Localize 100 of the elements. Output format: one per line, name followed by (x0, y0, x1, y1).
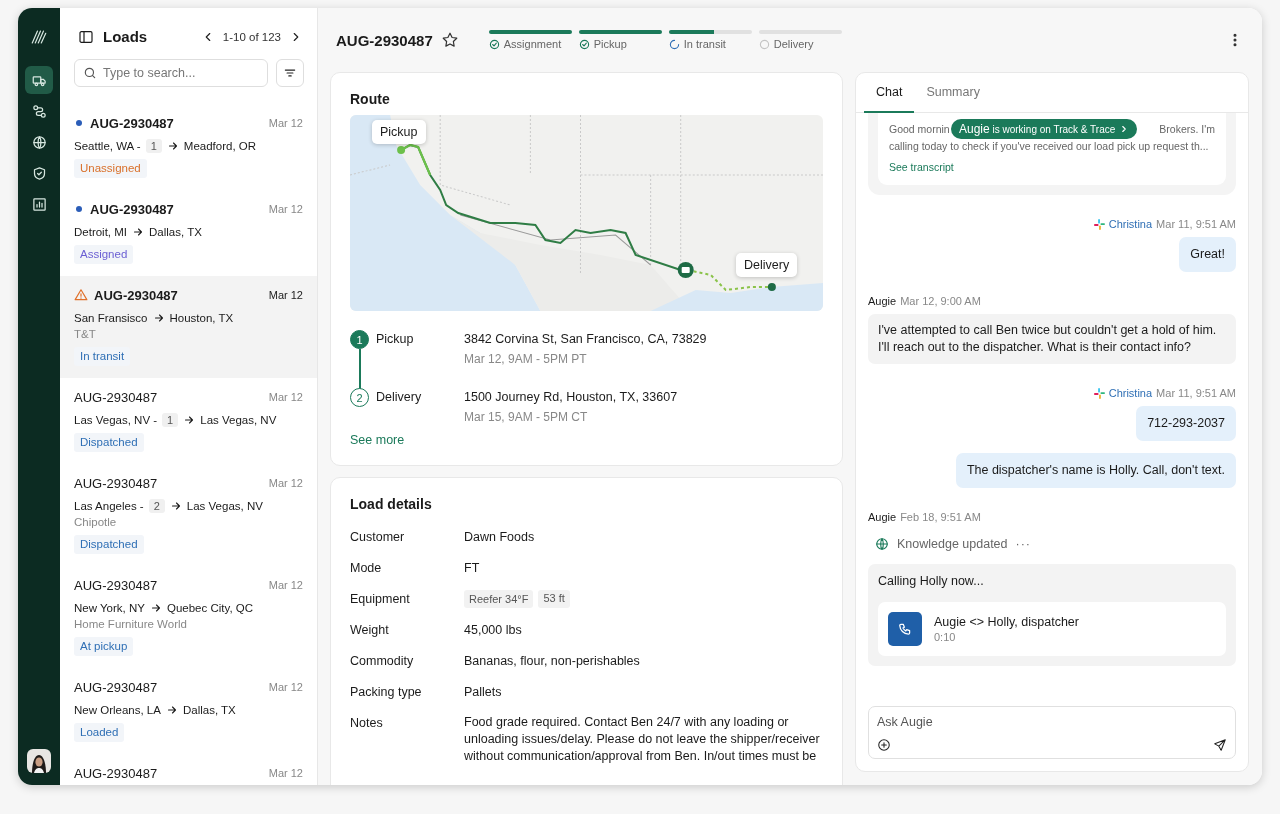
route-destination: Las Vegas, NV (200, 413, 277, 426)
load-item[interactable]: AUG-2930487 Mar 12 Seattle, WA - 1 Meadford, OR Unassigned (60, 104, 317, 190)
message-time: Mar 11, 9:51 AM (1156, 218, 1236, 230)
check-circle-icon (488, 38, 500, 50)
stop-address: 1500 Journey Rd, Houston, TX, 33607 (464, 389, 679, 405)
status-tag: Loaded (74, 723, 125, 742)
stop-number: 1 (350, 330, 369, 349)
sender-name: Augie (868, 511, 897, 523)
route-origin: San Fransisco (74, 311, 148, 324)
load-item[interactable]: AUG-2930487 Mar 12 Las Angeles - 2 Las Vegas, NV Chipotle Dispatched (60, 464, 317, 566)
status-tag: Unassigned (74, 159, 147, 178)
status-tag: Dispatched (74, 535, 144, 554)
load-item[interactable]: AUG-2930487 Mar 12 New Orleans, LA Dallas, TX Loaded (60, 668, 317, 754)
load-date: Mar 12 (268, 203, 303, 215)
avatar-icon[interactable] (27, 749, 51, 773)
status-tag: Assigned (74, 245, 134, 264)
stop-label: Pickup (376, 331, 414, 347)
arrow-icon (152, 311, 165, 324)
load-date: Mar 12 (268, 289, 303, 301)
snippet-text: calling today to check if you've received our load pick up request th... (889, 139, 1210, 153)
customer-name: Chipotle (74, 515, 118, 530)
transcript-link[interactable]: See transcript (889, 160, 954, 174)
star-icon[interactable] (440, 31, 459, 49)
stop-count: 1 (145, 138, 162, 153)
load-item[interactable]: AUG-2930487 Mar 12 San Fransisco Houston, TX T&T In transit (60, 276, 317, 378)
spinner-icon (668, 38, 680, 50)
message-bubble: 712-293-2037 (1136, 406, 1236, 441)
step-label: Delivery (773, 38, 814, 50)
call-title: Augie <> Holly, dispatcher (934, 615, 1079, 629)
message-field[interactable]: Ask Augie (868, 706, 1236, 759)
snippet-text: Brokers. I'm (1159, 122, 1215, 136)
load-item[interactable]: AUG-2930487 Mar 12 (60, 754, 317, 785)
message-bubble: The dispatcher's name is Holly. Call, don't text. (955, 453, 1236, 488)
step-label: Pickup (593, 38, 627, 50)
status-pill[interactable]: Augie is working on Track & Trace (951, 119, 1138, 139)
check-circle-icon (578, 38, 590, 50)
load-date: Mar 12 (268, 579, 303, 591)
empty-circle-icon (758, 38, 770, 50)
stop-label: Delivery (376, 389, 422, 405)
message-bubble: Great! (1179, 237, 1236, 272)
send-button[interactable] (1213, 738, 1227, 752)
arrow-icon (165, 703, 178, 716)
load-item[interactable]: AUG-2930487 Mar 12 Detroit, MI Dallas, TX Assigned (60, 190, 317, 276)
load-id: AUG-2930487 (74, 475, 159, 491)
shield-icon (31, 165, 47, 181)
detail-label: Customer (350, 529, 406, 546)
message-time: Mar 11, 9:51 AM (1156, 387, 1236, 399)
stop-window: Mar 15, 9AM - 5PM CT (464, 410, 823, 432)
equipment-tag: Reefer 34°F (464, 590, 534, 608)
equipment-tag: 53 ft (538, 590, 570, 608)
customer-name: Home Furniture World (74, 617, 188, 632)
detail-label: Mode (350, 560, 383, 577)
call-card[interactable]: Augie <> Holly, dispatcher 0:10 (878, 602, 1226, 656)
detail-value: Dawn Foods (464, 529, 536, 546)
detail-value: Bananas, flour, non-perishables (464, 653, 641, 670)
map-callout: Delivery (736, 253, 798, 277)
detail-value: Pallets (464, 684, 503, 701)
arrow-icon (169, 499, 182, 512)
load-item[interactable]: AUG-2930487 Mar 12 Las Vegas, NV - 1 Las Vegas, NV Dispatched (60, 378, 317, 464)
stop-address: 3842 Corvina St, San Francisco, CA, 73829 (464, 331, 708, 347)
message-input[interactable]: Ask Augie (877, 715, 1227, 729)
add-button[interactable] (877, 738, 891, 752)
see-more-link[interactable]: See more (350, 433, 405, 447)
globe-icon (31, 134, 47, 150)
detail-label: Equipment (350, 591, 411, 608)
load-title: AUG-2930487 (336, 31, 433, 49)
snippet-text: Good mornin (889, 122, 950, 136)
sidebar-item[interactable] (25, 66, 53, 94)
detail-value: Food grade required. Contact Ben 24/7 with any loading or unloading issues/delay. Please do not leave the shipper/receiver without communication/approval from Ben. In/out times must be (464, 714, 821, 765)
route-destination: Las Vegas, NV (186, 499, 263, 512)
load-date: Mar 12 (268, 117, 303, 129)
search-icon (83, 66, 97, 80)
load-date: Mar 12 (268, 391, 303, 403)
detail-label: Notes (350, 715, 384, 732)
detail-label: Weight (350, 622, 390, 639)
pagination-text: 1-10 of 123 (222, 30, 281, 43)
timeline-line (359, 349, 361, 390)
source-icon (1093, 387, 1105, 399)
tab[interactable]: Summary (914, 73, 992, 113)
load-item[interactable]: AUG-2930487 Mar 12 New York, NY Quebec City, QC Home Furniture World At pickup (60, 566, 317, 668)
status-tag: Dispatched (74, 433, 144, 452)
step-label: Assignment (503, 38, 562, 50)
globe-icon (875, 537, 889, 551)
customer-name: T&T (74, 327, 97, 342)
chart-icon (31, 196, 47, 212)
message-bubble: I've attempted to call Ben twice but couldn't get a hold of him. I'll reach out to the dispatcher. What is their contact info? (868, 314, 1236, 364)
load-date: Mar 12 (268, 767, 303, 779)
plus-icon (877, 738, 891, 752)
sender-name: Christina (1108, 387, 1153, 399)
more-button[interactable]: ··· (1015, 537, 1031, 551)
card-title: Load details (350, 496, 433, 512)
detail-label: Commodity (350, 653, 415, 670)
filter-button[interactable] (276, 59, 304, 87)
stop-count: 2 (148, 498, 165, 513)
message-time: Mar 12, 9:00 AM (900, 295, 981, 307)
route-destination: Quebec City, QC (166, 601, 254, 614)
status-tag: At pickup (74, 637, 134, 656)
stop-window: Mar 12, 9AM - 5PM PT (464, 352, 823, 389)
search-field[interactable]: Type to search... (74, 59, 268, 87)
route-origin: Seattle, WA - (74, 139, 141, 152)
